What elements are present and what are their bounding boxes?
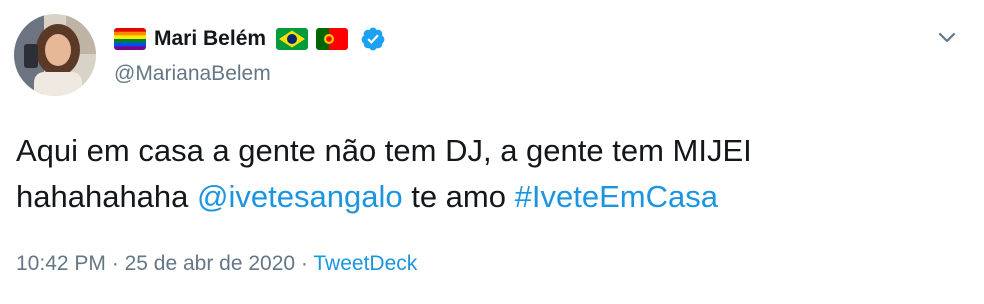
- tweet-time[interactable]: 10:42 PM: [16, 252, 106, 275]
- tweet-card: Mari Belém @MarianaBelem Aqui em casa a …: [0, 0, 984, 304]
- rainbow-flag-icon: [114, 28, 146, 50]
- tweet-text-laugh: hahahahaha: [16, 179, 189, 214]
- portugal-flag-icon: [316, 28, 349, 50]
- user-handle[interactable]: @MarianaBelem: [114, 62, 386, 86]
- mention-link[interactable]: @ivetesangalo: [197, 179, 403, 214]
- tweet-meta: 10:42 PM · 25 de abr de 2020 · TweetDeck: [16, 252, 417, 276]
- meta-separator-2: ·: [300, 252, 308, 275]
- tweet-text: Aqui em casa a gente não tem DJ, a gente…: [16, 128, 956, 220]
- brazil-flag-icon: [276, 28, 309, 50]
- display-name[interactable]: Mari Belém: [154, 27, 266, 51]
- tweet-date[interactable]: 25 de abr de 2020: [125, 252, 295, 275]
- tweet-text-middle: te amo: [411, 179, 506, 214]
- chevron-down-icon[interactable]: [936, 26, 958, 48]
- tweet-header: Mari Belém @MarianaBelem: [114, 24, 386, 86]
- tweet-source-link[interactable]: TweetDeck: [313, 252, 417, 275]
- verified-badge-icon: [360, 26, 386, 52]
- tweet-text-line1: Aqui em casa a gente não tem DJ, a gente…: [16, 133, 752, 168]
- avatar[interactable]: [14, 14, 96, 96]
- hashtag-link[interactable]: #IveteEmCasa: [515, 179, 718, 214]
- meta-separator: ·: [111, 252, 119, 275]
- name-row: Mari Belém: [114, 24, 386, 54]
